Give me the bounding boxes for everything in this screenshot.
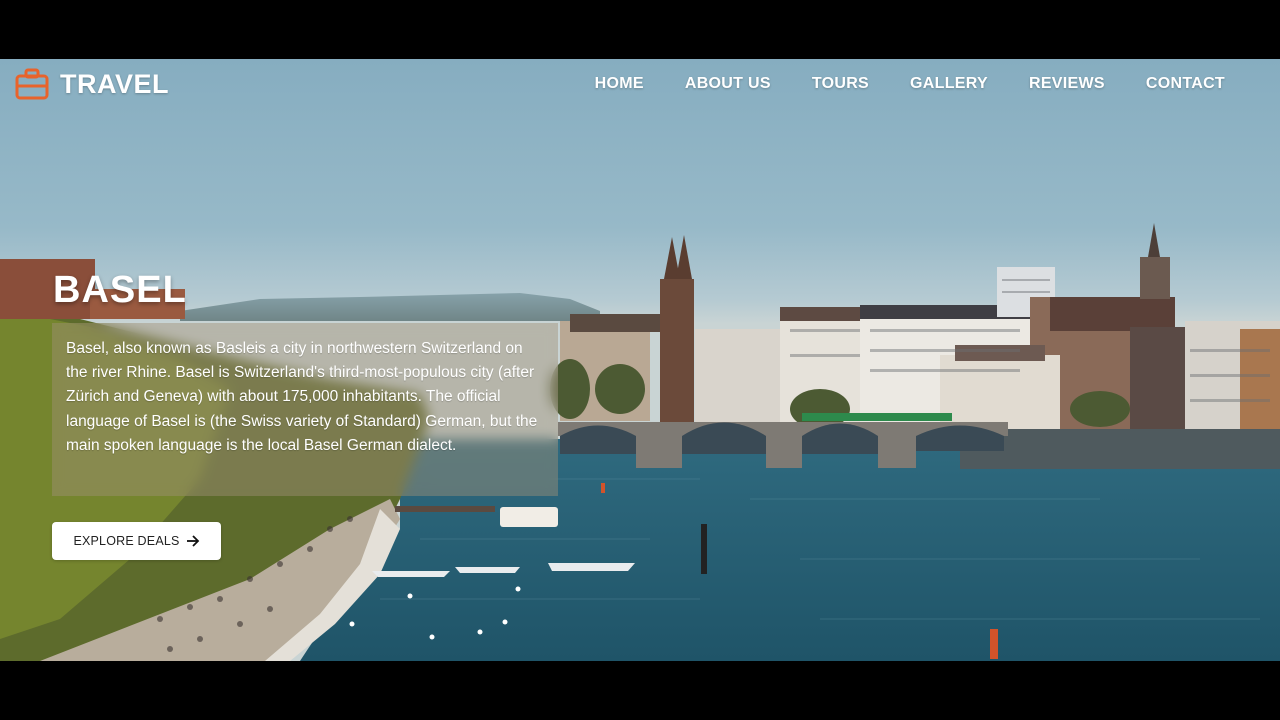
explore-deals-button[interactable]: EXPLORE DEALS <box>52 522 221 560</box>
letterbox-top <box>0 0 1280 59</box>
hero-title: BASEL <box>53 269 187 311</box>
hero-description: Basel, also known as Basleis a city in n… <box>66 340 538 454</box>
main-nav: HOME ABOUT US TOURS GALLERY REVIEWS CONT… <box>554 73 1225 95</box>
nav-gallery[interactable]: GALLERY <box>910 73 988 95</box>
brand-logo[interactable]: TRAVEL <box>14 64 169 104</box>
brand-name: TRAVEL <box>60 68 169 99</box>
explore-deals-label: EXPLORE DEALS <box>73 534 180 548</box>
arrow-right-icon <box>186 535 199 547</box>
nav-reviews[interactable]: REVIEWS <box>1029 73 1105 95</box>
nav-contact[interactable]: CONTACT <box>1146 73 1225 95</box>
description-panel: Basel, also known as Basleis a city in n… <box>52 323 558 496</box>
nav-home[interactable]: HOME <box>595 73 644 95</box>
nav-tours[interactable]: TOURS <box>812 73 869 95</box>
briefcase-icon <box>15 68 49 100</box>
nav-about-us[interactable]: ABOUT US <box>685 73 771 95</box>
letterbox-bottom <box>0 661 1280 720</box>
hero-section: TRAVEL HOME ABOUT US TOURS GALLERY REVIE… <box>0 59 1280 661</box>
